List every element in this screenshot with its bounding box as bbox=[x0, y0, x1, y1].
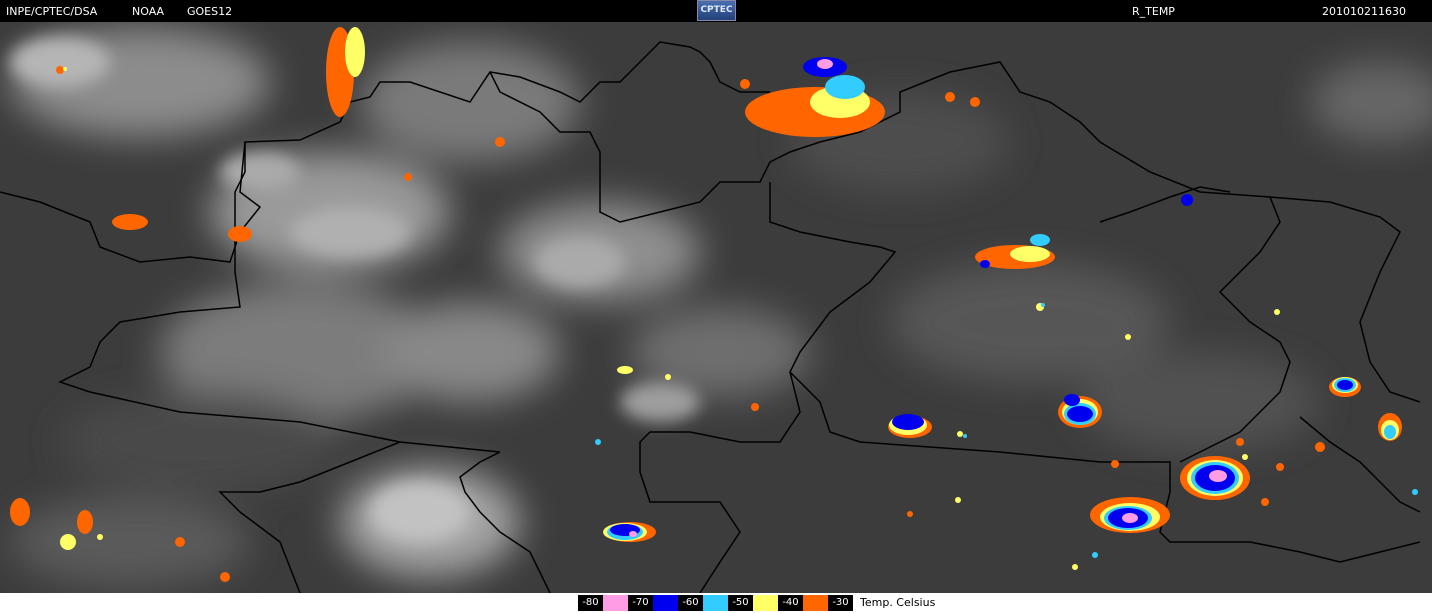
legend-color-swatch bbox=[603, 595, 628, 611]
legend-color-swatch bbox=[703, 595, 728, 611]
legend-label-minus30: -30 bbox=[828, 595, 853, 611]
source-label: INPE/CPTEC/DSA bbox=[6, 5, 98, 18]
product-label: R_TEMP bbox=[1132, 5, 1175, 18]
agency-label: NOAA bbox=[132, 5, 165, 18]
satellite-map bbox=[0, 22, 1432, 594]
satellite-label: GOES12 bbox=[187, 5, 233, 18]
legend-color-swatch bbox=[753, 595, 778, 611]
timestamp-label: 201010211630 bbox=[1322, 5, 1406, 18]
legend-label-minus50: -50 bbox=[728, 595, 753, 611]
temperature-legend: -80 -70 -60 -50 -40 -30 Temp. Celsius bbox=[0, 593, 1432, 613]
legend-color-swatch bbox=[803, 595, 828, 611]
legend-label-minus40: -40 bbox=[778, 595, 803, 611]
map-svg bbox=[0, 22, 1432, 594]
cptec-logo: CPTEC bbox=[697, 0, 736, 21]
legend-label-minus80: -80 bbox=[578, 595, 603, 611]
legend-label-minus70: -70 bbox=[628, 595, 653, 611]
legend-unit-label: Temp. Celsius bbox=[860, 596, 936, 609]
header-bar: INPE/CPTEC/DSA NOAA GOES12 CPTEC R_TEMP … bbox=[0, 0, 1432, 22]
legend-label-minus60: -60 bbox=[678, 595, 703, 611]
legend-color-swatch bbox=[653, 595, 678, 611]
